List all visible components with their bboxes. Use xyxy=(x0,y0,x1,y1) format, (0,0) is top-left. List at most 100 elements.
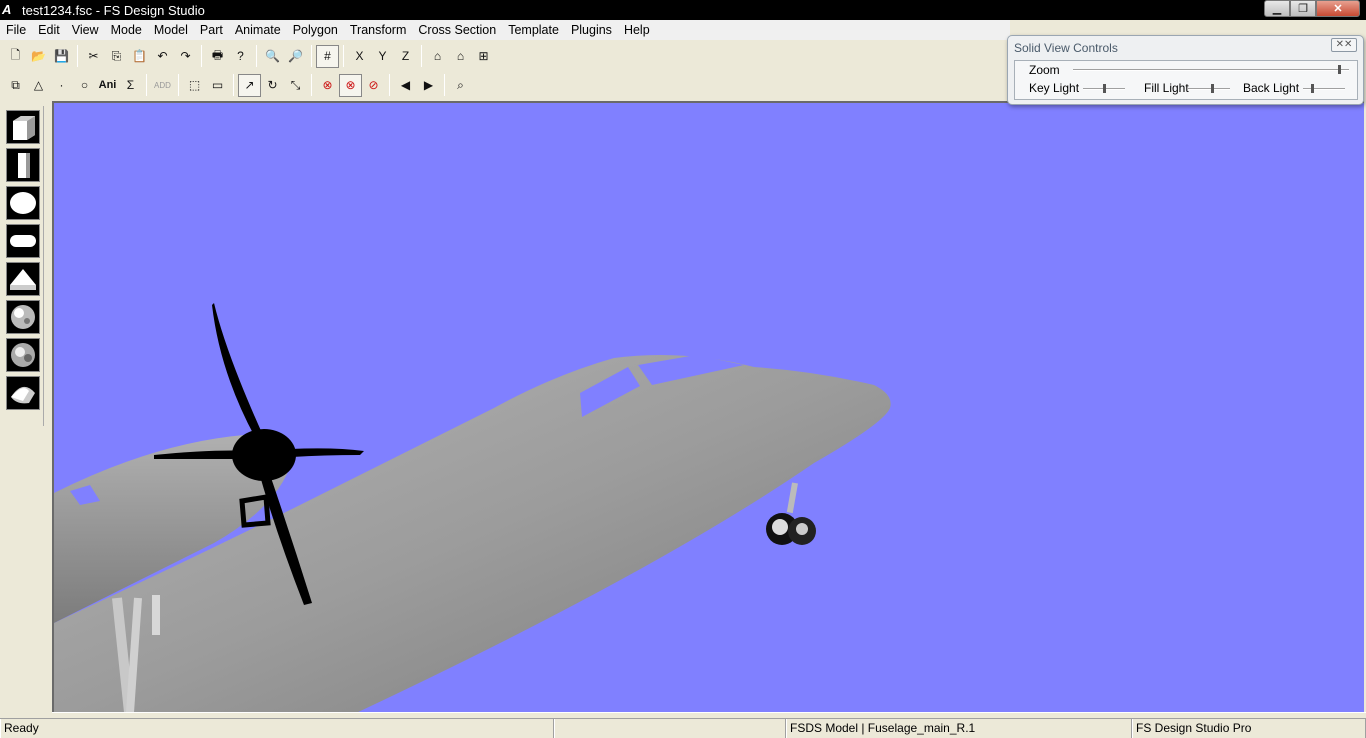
menu-transform[interactable]: Transform xyxy=(344,20,413,40)
grid-icon[interactable]: # xyxy=(316,44,339,68)
status-product: FS Design Studio Pro xyxy=(1132,719,1366,738)
binoculars-icon[interactable]: ⌕ xyxy=(449,74,472,97)
zoom-out-icon[interactable]: 🔎 xyxy=(284,45,307,68)
cylinder-shape-icon[interactable] xyxy=(6,148,40,182)
capsule-shape-icon[interactable] xyxy=(6,224,40,258)
save-disk-icon[interactable]: 💾 xyxy=(50,45,73,68)
nose-landing-gear xyxy=(766,482,816,545)
print-icon[interactable]: 🖶 xyxy=(206,45,229,68)
window-title: test1234.fsc - FS Design Studio xyxy=(22,2,205,18)
zoom-in-icon[interactable]: 🔍 xyxy=(261,45,284,68)
scale-icon[interactable]: ⤡ xyxy=(284,74,307,97)
textured-sphere-2-graphic xyxy=(11,343,35,367)
previous-arrow-icon[interactable]: ◀ xyxy=(394,74,417,97)
part-icon[interactable]: ⧉ xyxy=(4,74,27,97)
cube-shape-icon[interactable] xyxy=(6,110,40,144)
menu-template[interactable]: Template xyxy=(502,20,565,40)
textured-sphere-2-icon[interactable] xyxy=(6,338,40,372)
menu-model[interactable]: Model xyxy=(148,20,194,40)
polygon-icon[interactable]: △ xyxy=(27,74,50,97)
fill-light-slider[interactable] xyxy=(1188,84,1230,93)
panel-body: Zoom Key Light Fill Light Back Light xyxy=(1014,60,1358,100)
maximize-button[interactable]: ❐ xyxy=(1290,0,1316,17)
sphere-shape-graphic xyxy=(10,192,36,214)
menu-polygon[interactable]: Polygon xyxy=(287,20,344,40)
key-light-slider[interactable] xyxy=(1083,84,1125,93)
toolbar-separator xyxy=(389,74,390,96)
standard-toolbar: 🗋 📂 💾 ✂ ⎘ 📋 ↶ ↷ 🖶 ? 🔍 🔎 # X Y Z ⌂ ⌂ ⊞ xyxy=(4,42,495,70)
stop-z-icon[interactable]: ⊘ xyxy=(362,74,385,97)
capsule-shape-graphic xyxy=(10,235,36,247)
animate-ani-icon[interactable]: Ani xyxy=(96,74,119,97)
zoom-slider-thumb[interactable] xyxy=(1338,65,1341,74)
window-controls: ▁ ❐ ✕ xyxy=(1264,0,1360,17)
stop-y-icon[interactable]: ⊗ xyxy=(339,73,362,97)
zoom-label: Zoom xyxy=(1029,63,1060,77)
view-front-icon[interactable]: ⌂ xyxy=(426,45,449,68)
panel-title: Solid View Controls xyxy=(1014,41,1118,55)
back-light-slider-thumb[interactable] xyxy=(1311,84,1314,93)
menu-mode[interactable]: Mode xyxy=(105,20,148,40)
menu-help[interactable]: Help xyxy=(618,20,656,40)
aircraft-render xyxy=(54,303,891,712)
axis-x-icon[interactable]: X xyxy=(348,45,371,68)
menu-animate[interactable]: Animate xyxy=(229,20,287,40)
cone-shape-icon[interactable] xyxy=(6,262,40,296)
title-bar[interactable]: A test1234.fsc - FS Design Studio ▁ ❐ ✕ xyxy=(0,0,1366,20)
toolbar-separator xyxy=(256,45,257,67)
select-box-icon[interactable]: ⬚ xyxy=(183,74,206,97)
select-line-icon[interactable]: ▭ xyxy=(206,74,229,97)
menu-plugins[interactable]: Plugins xyxy=(565,20,618,40)
minimize-button[interactable]: ▁ xyxy=(1264,0,1290,17)
app-window: A test1234.fsc - FS Design Studio ▁ ❐ ✕ … xyxy=(0,0,1366,738)
key-light-slider-thumb[interactable] xyxy=(1103,84,1106,93)
view-top-icon[interactable]: ⊞ xyxy=(472,45,495,68)
panel-close-button[interactable]: ✕✕ xyxy=(1331,38,1357,52)
move-arrow-icon[interactable]: ↗ xyxy=(238,73,261,97)
open-folder-icon[interactable]: 📂 xyxy=(27,45,50,68)
axis-y-icon[interactable]: Y xyxy=(371,45,394,68)
toolbar-separator xyxy=(343,45,344,67)
fill-light-slider-thumb[interactable] xyxy=(1211,84,1214,93)
menu-part[interactable]: Part xyxy=(194,20,229,40)
stop-x-icon[interactable]: ⊗ xyxy=(316,74,339,97)
back-light-label: Back Light xyxy=(1243,81,1300,95)
rotate-icon[interactable]: ↻ xyxy=(261,74,284,97)
menu-view[interactable]: View xyxy=(66,20,105,40)
vertex-icon[interactable]: · xyxy=(50,74,73,97)
axis-z-icon[interactable]: Z xyxy=(394,45,417,68)
back-light-slider[interactable] xyxy=(1303,84,1345,93)
half-sphere-graphic xyxy=(11,386,35,404)
main-gear-strut-3 xyxy=(152,595,160,635)
paste-icon[interactable]: 📋 xyxy=(128,45,151,68)
menu-edit[interactable]: Edit xyxy=(32,20,66,40)
view-side-icon[interactable]: ⌂ xyxy=(449,45,472,68)
solid-view-controls-panel: Solid View Controls ✕✕ Zoom Key Light Fi… xyxy=(1007,35,1364,105)
app-icon[interactable]: A xyxy=(2,2,18,18)
add-icon[interactable]: ADD xyxy=(151,74,174,97)
fill-light-label: Fill Light xyxy=(1144,81,1189,95)
redo-icon[interactable]: ↷ xyxy=(174,45,197,68)
next-arrow-icon[interactable]: ▶ xyxy=(417,74,440,97)
new-file-icon[interactable]: 🗋 xyxy=(4,45,27,68)
status-bar: Ready FSDS Model | Fuselage_main_R.1 FS … xyxy=(0,718,1366,738)
cube-shape-graphic xyxy=(13,116,35,140)
cut-scissors-icon[interactable]: ✂ xyxy=(82,45,105,68)
undo-icon[interactable]: ↶ xyxy=(151,45,174,68)
toolbar-separator xyxy=(201,45,202,67)
menu-file[interactable]: File xyxy=(0,20,32,40)
close-button[interactable]: ✕ xyxy=(1316,0,1360,17)
toolbar-separator xyxy=(444,74,445,96)
copy-icon[interactable]: ⎘ xyxy=(105,45,128,68)
half-sphere-icon[interactable] xyxy=(6,376,40,410)
help-question-icon[interactable]: ? xyxy=(229,45,252,68)
zoom-slider[interactable] xyxy=(1073,65,1349,74)
sphere-shape-icon[interactable] xyxy=(6,186,40,220)
menu-cross-section[interactable]: Cross Section xyxy=(412,20,502,40)
solid-3d-viewport[interactable] xyxy=(52,101,1364,712)
sum-icon[interactable]: Σ xyxy=(119,74,142,97)
toolbar-separator xyxy=(233,74,234,96)
circle-icon[interactable]: ○ xyxy=(73,74,96,97)
textured-sphere-icon[interactable] xyxy=(6,300,40,334)
textured-sphere-graphic xyxy=(11,305,35,329)
